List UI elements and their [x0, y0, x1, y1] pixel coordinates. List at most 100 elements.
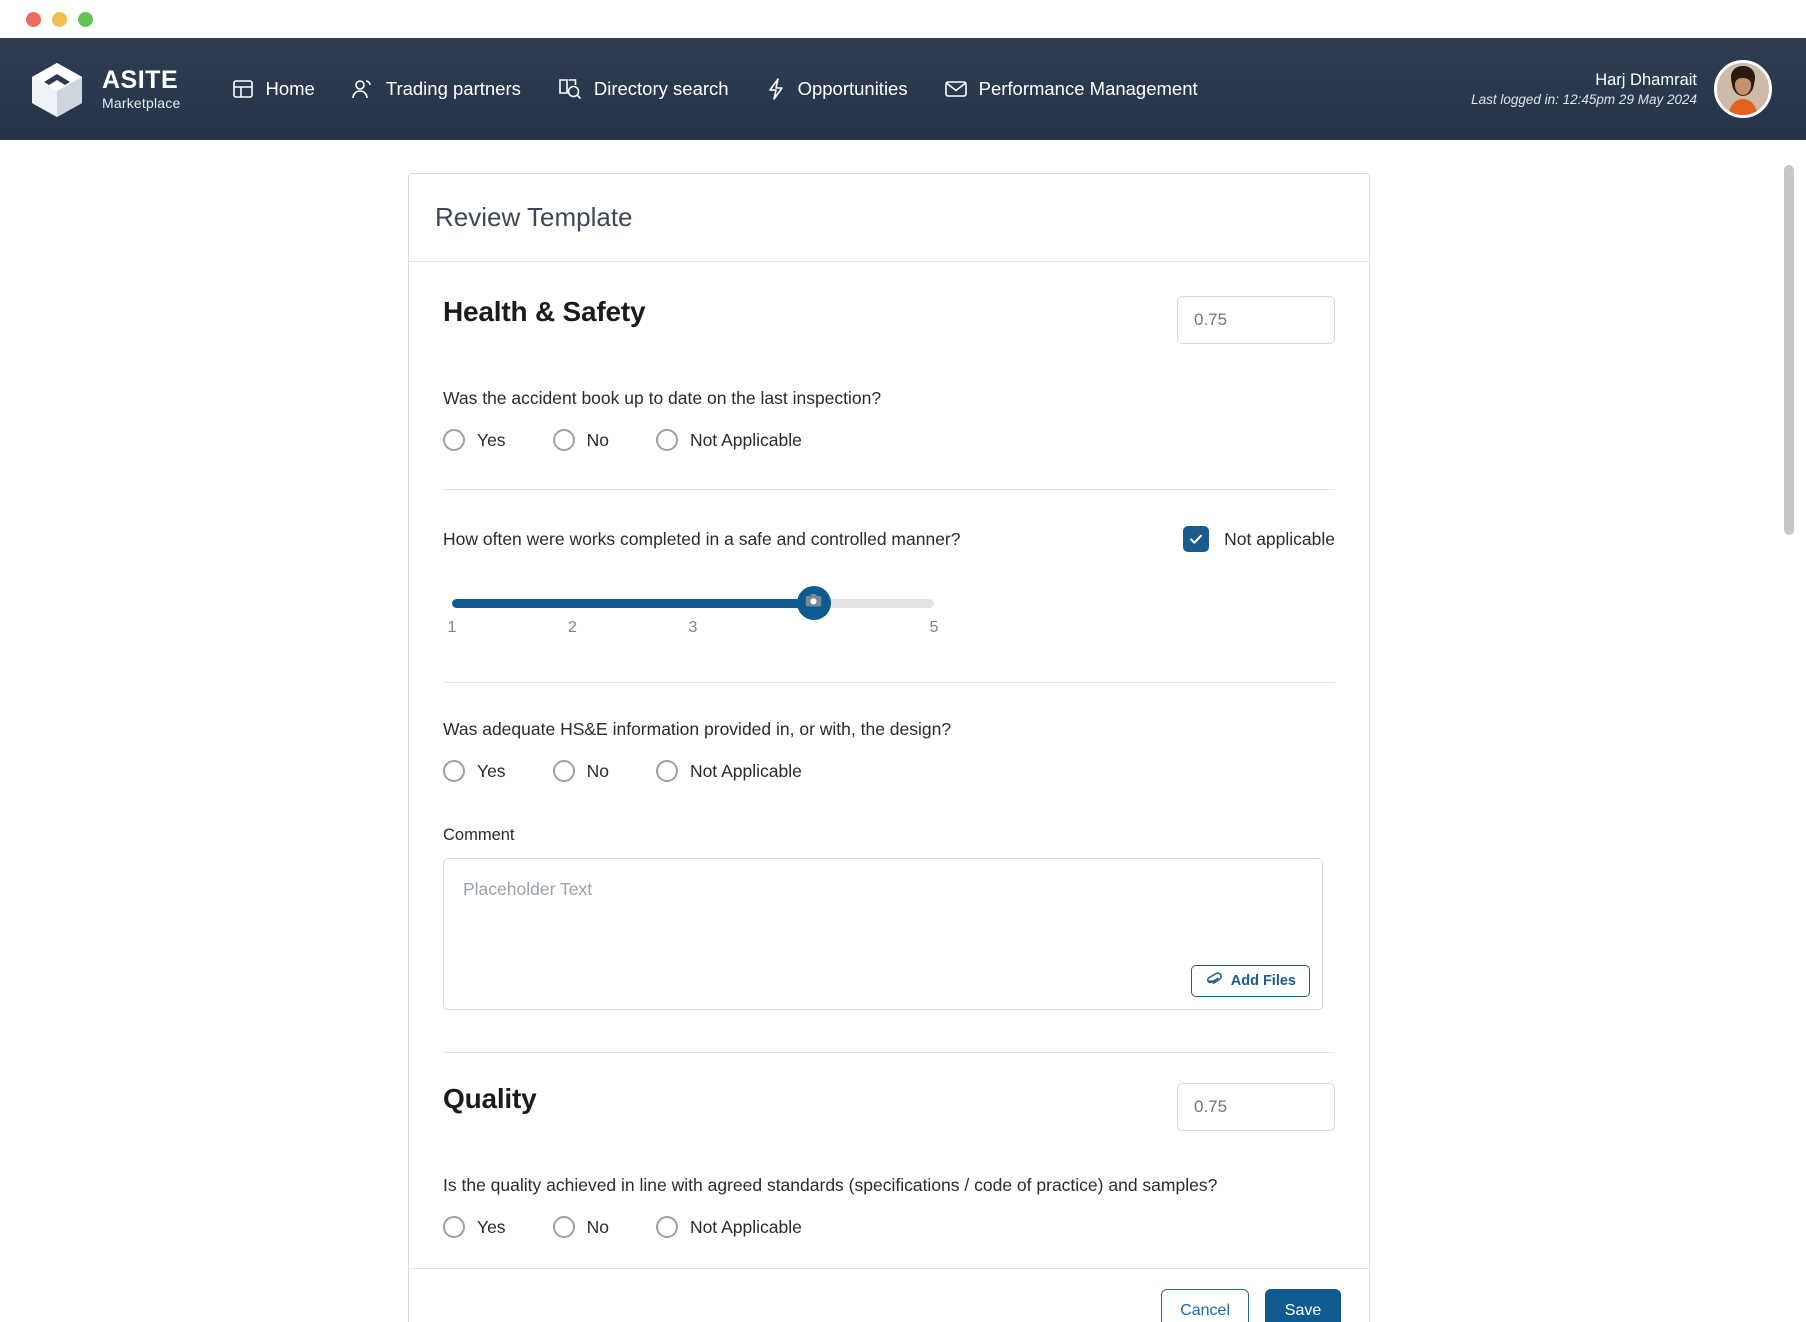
nav-item-label: Performance Management [979, 78, 1198, 100]
brand-logo-link[interactable]: ASITE Marketplace [28, 60, 180, 118]
question-text: Was adequate HS&E information provided i… [443, 719, 1335, 740]
page-content: Review Template Health & Safety Was the … [0, 140, 1806, 1322]
nav-item-trading-partners[interactable]: Trading partners [351, 78, 521, 100]
comment-label: Comment [443, 826, 1335, 845]
section-score-input[interactable] [1177, 1083, 1335, 1131]
review-template-card: Review Template Health & Safety Was the … [408, 173, 1370, 1322]
radio-option-not-applicable[interactable]: Not Applicable [656, 1216, 802, 1238]
brand-title: ASITE [102, 68, 180, 93]
page-title: Review Template [435, 202, 633, 233]
users-icon [351, 78, 375, 100]
question-text: Is the quality achieved in line with agr… [443, 1175, 1335, 1196]
radio-option-yes[interactable]: Yes [443, 429, 506, 451]
user-name: Harj Dhamrait [1471, 69, 1697, 91]
envelope-icon [944, 79, 968, 99]
radio-circle-icon [656, 429, 678, 451]
card-body: Health & Safety Was the accident book up… [409, 262, 1369, 1238]
divider [443, 682, 1335, 683]
radio-circle-icon [553, 429, 575, 451]
asite-cube-logo-icon [28, 60, 86, 118]
radio-option-label: Not Applicable [690, 761, 802, 782]
radio-option-no[interactable]: No [553, 760, 609, 782]
radio-option-yes[interactable]: Yes [443, 760, 506, 782]
radio-option-label: Yes [477, 1217, 506, 1238]
top-navigation-bar: ASITE Marketplace Home [0, 38, 1806, 140]
question-text: Was the accident book up to date on the … [443, 388, 1335, 409]
divider [443, 489, 1335, 490]
radio-group-hse-information: Yes No Not Applicable [443, 760, 1335, 782]
not-applicable-label: Not applicable [1224, 529, 1335, 550]
user-last-logged-in: Last logged in: 12:45pm 29 May 2024 [1471, 91, 1697, 109]
paperclip-icon [1205, 972, 1222, 991]
radio-option-no[interactable]: No [553, 429, 609, 451]
divider [443, 1052, 1335, 1053]
radio-option-label: Yes [477, 430, 506, 451]
radio-option-yes[interactable]: Yes [443, 1216, 506, 1238]
slider-tick-label: 1 [448, 619, 457, 637]
nav-item-opportunities[interactable]: Opportunities [765, 77, 908, 101]
radio-circle-icon [443, 429, 465, 451]
question-slider-row: How often were works completed in a safe… [443, 526, 1335, 552]
section-quality: Quality Is the quality achieved in line … [443, 1083, 1335, 1238]
close-window-button[interactable] [26, 12, 41, 27]
lightning-bolt-icon [765, 77, 787, 101]
add-files-label: Add Files [1231, 973, 1296, 989]
slider-tick-label: 5 [930, 619, 939, 637]
card-header: Review Template [409, 174, 1369, 262]
avatar[interactable] [1714, 60, 1772, 118]
radio-circle-icon [443, 760, 465, 782]
nav-item-label: Opportunities [798, 78, 908, 100]
nav-item-performance-management[interactable]: Performance Management [944, 78, 1198, 100]
radio-group-quality-standards: Yes No Not Applicable [443, 1216, 1335, 1238]
slider-tick-label: 3 [689, 619, 698, 637]
nav-item-home[interactable]: Home [232, 78, 314, 100]
window-titlebar [0, 0, 1806, 38]
slider-fill [452, 599, 814, 608]
radio-option-not-applicable[interactable]: Not Applicable [656, 760, 802, 782]
nav-item-label: Directory search [594, 78, 729, 100]
radio-option-label: Yes [477, 761, 506, 782]
radio-option-label: No [587, 761, 609, 782]
add-files-button[interactable]: Add Files [1191, 965, 1310, 997]
scrollbar-thumb[interactable] [1784, 165, 1794, 535]
cancel-button[interactable]: Cancel [1161, 1289, 1249, 1322]
section-health-and-safety: Health & Safety Was the accident book up… [443, 296, 1335, 1053]
camera-icon [805, 593, 822, 613]
radio-circle-icon [553, 1216, 575, 1238]
section-header: Quality [443, 1083, 1335, 1139]
nav-item-label: Home [265, 78, 314, 100]
layout-dashboard-icon [232, 78, 254, 100]
checkbox-checked-icon [1183, 526, 1209, 552]
page-scrollbar[interactable] [1784, 140, 1794, 1322]
radio-option-label: Not Applicable [690, 430, 802, 451]
comment-field[interactable]: Placeholder Text Add Files [443, 858, 1323, 1010]
comment-placeholder: Placeholder Text [463, 879, 592, 900]
radio-option-no[interactable]: No [553, 1216, 609, 1238]
satisfaction-slider[interactable]: 1 2 3 5 [443, 592, 943, 648]
card-footer: Cancel Save [409, 1268, 1369, 1322]
browser-window: ASITE Marketplace Home [0, 0, 1806, 1322]
section-header: Health & Safety [443, 296, 1335, 352]
nav-item-directory-search[interactable]: Directory search [557, 77, 729, 101]
minimize-window-button[interactable] [52, 12, 67, 27]
book-search-icon [557, 77, 583, 101]
radio-circle-icon [553, 760, 575, 782]
save-button[interactable]: Save [1265, 1289, 1341, 1322]
user-menu[interactable]: Harj Dhamrait Last logged in: 12:45pm 29… [1471, 60, 1772, 118]
slider-tick-labels: 1 2 3 5 [443, 619, 943, 641]
radio-option-not-applicable[interactable]: Not Applicable [656, 429, 802, 451]
maximize-window-button[interactable] [78, 12, 93, 27]
nav-item-label: Trading partners [386, 78, 521, 100]
section-score-input[interactable] [1177, 296, 1335, 344]
not-applicable-checkbox[interactable]: Not applicable [1183, 526, 1335, 552]
radio-group-accident-book: Yes No Not Applicable [443, 429, 1335, 451]
radio-option-label: Not Applicable [690, 1217, 802, 1238]
radio-option-label: No [587, 1217, 609, 1238]
slider-tick-label: 2 [568, 619, 577, 637]
radio-circle-icon [656, 1216, 678, 1238]
question-text: How often were works completed in a safe… [443, 529, 961, 550]
radio-circle-icon [443, 1216, 465, 1238]
brand-subtitle: Marketplace [102, 96, 180, 110]
radio-option-label: No [587, 430, 609, 451]
slider-thumb[interactable] [797, 586, 831, 620]
